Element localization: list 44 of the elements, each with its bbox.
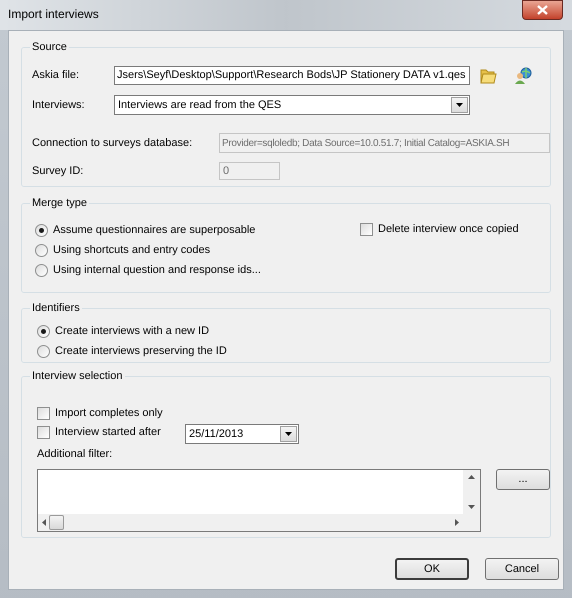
filter-text-area[interactable] xyxy=(37,468,481,532)
radio-button[interactable] xyxy=(35,224,48,236)
checkbox[interactable] xyxy=(360,222,373,236)
date-picker[interactable]: 25/11/2013 xyxy=(185,424,299,444)
option-label: Create interviews preserving the ID xyxy=(55,344,227,359)
option-label: Create interviews with a new ID xyxy=(55,324,210,339)
horizontal-scrollbar[interactable] xyxy=(38,514,463,530)
field-label: Additional filter: xyxy=(37,448,112,460)
group-legend: Interview selection xyxy=(30,370,124,383)
radio-button[interactable] xyxy=(35,244,48,256)
group-legend: Identifiers xyxy=(30,302,82,315)
field-label: Survey ID: xyxy=(32,164,84,179)
radio-button[interactable] xyxy=(37,344,50,358)
scroll-left-icon[interactable] xyxy=(42,518,46,526)
close-button[interactable] xyxy=(522,0,563,20)
checkbox[interactable] xyxy=(37,407,50,420)
dialog-button[interactable]: Cancel xyxy=(485,558,559,580)
globe-user-icon[interactable] xyxy=(514,66,532,84)
scroll-up-icon[interactable] xyxy=(468,474,475,478)
option-label: Interview started after xyxy=(55,425,161,440)
group-legend: Source xyxy=(30,41,69,54)
option-label: Delete interview once copied xyxy=(378,222,519,237)
option-label: Assume questionnaires are superposable xyxy=(53,222,256,238)
file-path-field[interactable]: Jsers\Seyf\Desktop\Support\Research Bods\JP Stationery DATA v1.qes xyxy=(114,66,470,85)
radio-button[interactable] xyxy=(37,324,50,338)
interviews-dropdown[interactable]: Interviews are read from the QES xyxy=(114,95,470,115)
scroll-thumb[interactable] xyxy=(49,514,64,530)
folder-icon[interactable] xyxy=(479,66,497,84)
field-label: Askia file: xyxy=(32,68,80,84)
field-label: Interviews: xyxy=(32,98,86,113)
field-label: Connection to surveys database: xyxy=(32,136,194,151)
vertical-scrollbar[interactable] xyxy=(463,470,480,514)
option-label: Using shortcuts and entry codes xyxy=(53,242,210,258)
window-title: Import interviews xyxy=(8,7,99,21)
scroll-right-icon[interactable] xyxy=(455,518,459,526)
close-icon xyxy=(537,5,548,15)
option-label: Using internal question and response ids... xyxy=(53,262,261,278)
group-legend: Merge type xyxy=(30,197,90,210)
radio-button[interactable] xyxy=(35,264,48,276)
option-label: Import completes only xyxy=(55,406,163,422)
checkbox[interactable] xyxy=(37,426,50,439)
scroll-down-icon[interactable] xyxy=(468,504,475,508)
browse-button[interactable]: ... xyxy=(496,468,550,490)
dialog-button[interactable]: OK xyxy=(395,558,469,580)
